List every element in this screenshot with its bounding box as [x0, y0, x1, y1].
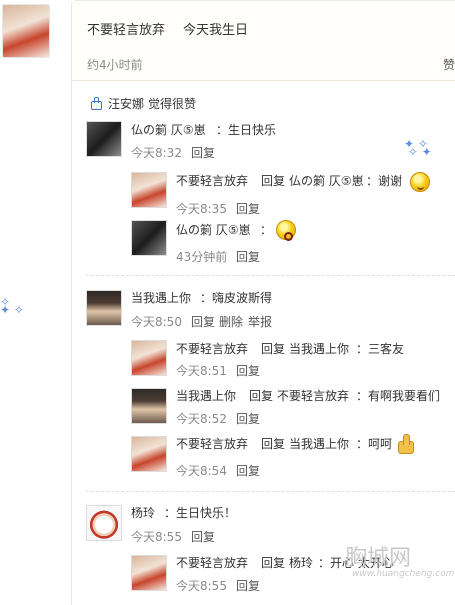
post-text: 今天我生日: [183, 23, 249, 38]
avatar-image: [132, 437, 166, 471]
reply-target[interactable]: 当我遇上你: [289, 436, 349, 452]
reply-author[interactable]: 不要轻言放弃: [176, 555, 248, 571]
reply-target[interactable]: 不要轻言放弃: [277, 388, 349, 404]
reply-button[interactable]: 回复: [191, 145, 215, 161]
reply-text: ：谢谢: [366, 174, 403, 188]
reply-text: ：有啊我要看们: [356, 389, 441, 403]
comment-time: 今天8:55: [131, 530, 182, 544]
reply-button[interactable]: 回复: [236, 578, 260, 594]
comment-text: ：生日快乐！: [164, 506, 237, 520]
reply-time: 今天8:54: [176, 464, 227, 478]
sparkle-decoration-icon: ✦ ✧ ✧ ✦: [404, 137, 432, 159]
reply-button[interactable]: 回复: [191, 529, 215, 545]
reply-button[interactable]: 回复: [236, 463, 260, 479]
post-author-avatar[interactable]: [2, 4, 50, 58]
avatar-image: [132, 556, 166, 590]
reply-word: 回复: [249, 389, 274, 403]
reply-avatar[interactable]: [131, 172, 167, 208]
reply-target[interactable]: 当我遇上你: [289, 341, 349, 357]
comment-avatar[interactable]: [86, 290, 122, 326]
avatar-image: [3, 5, 49, 57]
sparkle-decoration-icon: ✧ ✦ ✧: [0, 295, 24, 317]
avatar-image: [132, 173, 166, 207]
reply-button[interactable]: 回复: [191, 314, 215, 330]
reply-button[interactable]: 回复: [236, 249, 260, 265]
comment-author[interactable]: 仏の箣 仄⑤崽: [131, 122, 206, 138]
like-button[interactable]: 赞: [443, 57, 455, 73]
comment-avatar[interactable]: [86, 121, 122, 157]
report-button[interactable]: 举报: [248, 314, 272, 330]
reply-avatar[interactable]: [131, 340, 167, 376]
reply-target[interactable]: 仏の箣 仄⑤崽: [289, 173, 364, 189]
watermark-brand: 胸城网: [345, 546, 412, 571]
avatar-image: [87, 506, 121, 540]
reply-text: ：呵呵: [356, 437, 393, 451]
reply-button[interactable]: 回复: [236, 411, 260, 427]
reply-word: 回复: [261, 174, 286, 188]
reply-avatar[interactable]: [131, 555, 167, 591]
comment-author[interactable]: 当我遇上你: [131, 290, 191, 306]
comment-avatar[interactable]: [86, 505, 122, 541]
comment-author[interactable]: 杨玲: [131, 505, 155, 521]
delete-button[interactable]: 删除: [219, 314, 243, 330]
reply-time: 今天8:52: [176, 412, 227, 426]
reply-author[interactable]: 仏の箣 仄⑤崽: [176, 222, 251, 238]
reply-author[interactable]: 当我遇上你: [176, 388, 236, 404]
avatar-image: [87, 122, 121, 156]
avatar-image: [132, 221, 166, 255]
reply-time: 今天8:35: [176, 202, 227, 216]
reply-author[interactable]: 不要轻言放弃: [176, 436, 248, 452]
reply-avatar[interactable]: [131, 220, 167, 256]
reply-time: 43分钟前: [176, 250, 228, 264]
reply-text: ：三客友: [356, 342, 405, 356]
reply-word: 回复: [261, 437, 286, 451]
reply-word: 回复: [261, 556, 286, 570]
comment-time: 今天8:50: [131, 315, 182, 329]
header-divider: [72, 80, 455, 81]
reply-author[interactable]: 不要轻言放弃: [176, 341, 248, 357]
comment-text: ：嗨皮波斯得: [200, 291, 273, 305]
like-names[interactable]: 汪安娜: [108, 96, 144, 112]
like-thumb-icon: [90, 97, 104, 110]
comment-text: ：生日快乐: [216, 123, 277, 137]
avatar-image: [87, 291, 121, 325]
reply-button[interactable]: 回复: [236, 201, 260, 217]
reply-target[interactable]: 杨玲: [289, 555, 313, 571]
post-author-name[interactable]: 不要轻言放弃: [87, 23, 165, 39]
comment-time: 今天8:32: [131, 146, 182, 160]
post-time[interactable]: 约4小时前: [87, 57, 143, 73]
thumbs-up-emoji-icon: [395, 433, 415, 454]
comment-divider: [86, 275, 455, 276]
watermark-url: www.huangcheng.com: [352, 569, 455, 579]
smile-emoji-icon: [410, 172, 430, 192]
reply-author[interactable]: 不要轻言放弃: [176, 173, 248, 189]
comment-divider: [86, 491, 455, 492]
avatar-image: [132, 389, 166, 423]
reply-time: 今天8:51: [176, 364, 227, 378]
avatar-image: [132, 341, 166, 375]
reply-text: ：: [260, 223, 273, 237]
reply-avatar[interactable]: [131, 436, 167, 472]
reply-avatar[interactable]: [131, 388, 167, 424]
reply-time: 今天8:55: [176, 579, 227, 593]
like-suffix: 觉得很赞: [148, 97, 197, 111]
reply-button[interactable]: 回复: [236, 363, 260, 379]
reply-word: 回复: [261, 342, 286, 356]
shock-emoji-icon: [276, 220, 296, 241]
